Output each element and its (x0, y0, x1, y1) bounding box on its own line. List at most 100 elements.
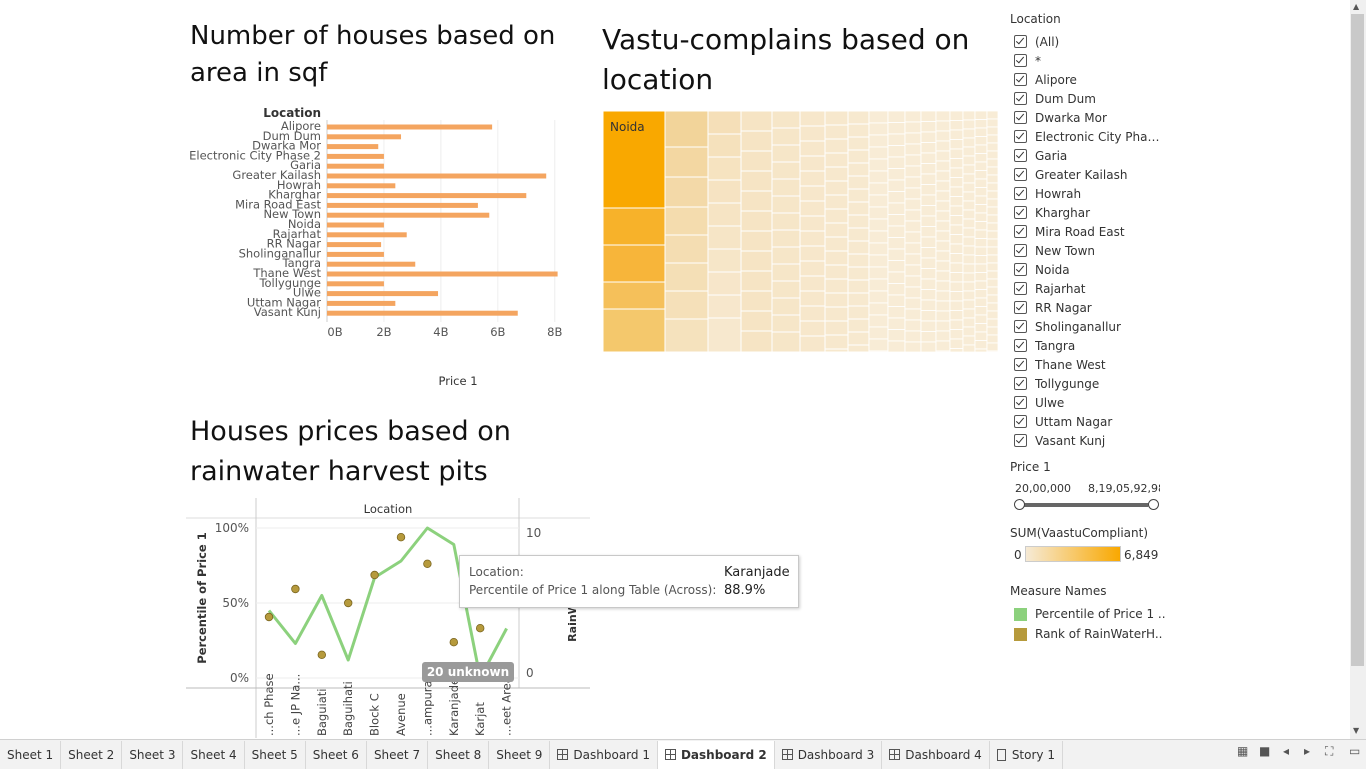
tab-sheet-5[interactable]: Sheet 5 (245, 740, 306, 769)
treemap-cell (920, 320, 937, 332)
checkbox-checked-icon[interactable] (1014, 206, 1027, 219)
checkbox-checked-icon[interactable] (1014, 73, 1027, 86)
tab-dashboard-1[interactable]: Dashboard 1 (550, 740, 658, 769)
checkbox-checked-icon[interactable] (1014, 168, 1027, 181)
checkbox-checked-icon[interactable] (1014, 187, 1027, 200)
location-checkbox-row[interactable]: Vasant Kunj (1010, 431, 1170, 450)
location-checkbox-row[interactable]: Tollygunge (1010, 374, 1170, 393)
location-checkbox-row[interactable]: (All) (1010, 32, 1170, 51)
treemap-cell (771, 297, 801, 316)
tab-dashboard-3[interactable]: Dashboard 3 (775, 740, 883, 769)
location-checkbox-row[interactable]: Kharghar (1010, 203, 1170, 222)
tab-label: Story 1 (1011, 747, 1055, 762)
treemap-cell (986, 294, 998, 304)
treemap-cell (920, 194, 937, 206)
tab-dashboard-4[interactable]: Dashboard 4 (882, 740, 990, 769)
treemap-cell (920, 173, 937, 185)
treemap-cell (603, 308, 666, 352)
price-slider-max-handle[interactable] (1148, 499, 1159, 510)
location-checkbox-row[interactable]: Ulwe (1010, 393, 1170, 412)
treemap-cell (740, 111, 773, 132)
treemap-cell (935, 210, 951, 222)
treemap-cell (986, 302, 998, 312)
price-max: 8,19,05,92,98 (1088, 482, 1160, 495)
treemap-cell (799, 215, 826, 232)
tab-sheet-7[interactable]: Sheet 7 (367, 740, 429, 769)
treemap-cell (664, 234, 709, 264)
tab-sheet-2[interactable]: Sheet 2 (61, 740, 123, 769)
tab-sheet-6[interactable]: Sheet 6 (306, 740, 367, 769)
checkbox-checked-icon[interactable] (1014, 282, 1027, 295)
filmstrip-icon[interactable]: ■ (1259, 744, 1270, 758)
checkbox-checked-icon[interactable] (1014, 358, 1027, 371)
presentation-icon[interactable]: ▭ (1349, 744, 1360, 758)
checkbox-checked-icon[interactable] (1014, 149, 1027, 162)
location-checkbox-row[interactable]: Electronic City Phas... (1010, 127, 1170, 146)
checkbox-checked-icon[interactable] (1014, 434, 1027, 447)
location-checkbox-row[interactable]: Tangra (1010, 336, 1170, 355)
treemap-cell (847, 188, 870, 203)
checkbox-checked-icon[interactable] (1014, 263, 1027, 276)
location-checkbox-row[interactable]: Noida (1010, 260, 1170, 279)
tab-sheet-9[interactable]: Sheet 9 (489, 740, 551, 769)
checkbox-checked-icon[interactable] (1014, 415, 1027, 428)
treemap-cell (887, 133, 906, 146)
location-checkbox-row[interactable]: New Town (1010, 241, 1170, 260)
tab-dashboard-2[interactable]: Dashboard 2 (657, 740, 775, 769)
treemap-cell (847, 214, 870, 229)
tab-story-1[interactable]: Story 1 (990, 740, 1063, 769)
location-checkbox-row[interactable]: Garia (1010, 146, 1170, 165)
price-range-slider[interactable]: 20,00,000 8,19,05,92,98 (1010, 480, 1170, 520)
treemap-cell (974, 246, 988, 256)
checkbox-checked-icon[interactable] (1014, 377, 1027, 390)
checkbox-checked-icon[interactable] (1014, 244, 1027, 257)
checkbox-checked-icon[interactable] (1014, 130, 1027, 143)
checkbox-checked-icon[interactable] (1014, 35, 1027, 48)
location-checkbox-row[interactable]: Rajarhat (1010, 279, 1170, 298)
location-checkbox-row[interactable]: Dwarka Mor (1010, 108, 1170, 127)
checkbox-checked-icon[interactable] (1014, 111, 1027, 124)
price-slider-min-handle[interactable] (1014, 499, 1025, 510)
location-checkbox-row[interactable]: Uttam Nagar (1010, 412, 1170, 431)
fullscreen-icon[interactable]: ⛶ (1325, 744, 1333, 759)
checkbox-checked-icon[interactable] (1014, 396, 1027, 409)
treemap-cell (904, 297, 922, 310)
scroll-down-icon[interactable]: ▼ (1353, 726, 1359, 735)
location-checkbox-row[interactable]: Mira Road East (1010, 222, 1170, 241)
checkbox-checked-icon[interactable] (1014, 320, 1027, 333)
x-tick-label: Baguiati (315, 689, 329, 736)
checkbox-checked-icon[interactable] (1014, 225, 1027, 238)
treemap-cell (949, 129, 964, 140)
scroll-up-icon[interactable]: ▲ (1353, 2, 1359, 11)
treemap-cell (824, 208, 849, 224)
tab-sheet-8[interactable]: Sheet 8 (428, 740, 490, 769)
measure-legend-item-rank[interactable]: Rank of RainWaterH.. (1010, 624, 1170, 644)
treemap-cell (986, 286, 998, 296)
prev-sheet-icon[interactable]: ◂ (1283, 744, 1289, 758)
tab-sheet-4[interactable]: Sheet 4 (183, 740, 245, 769)
checkbox-checked-icon[interactable] (1014, 92, 1027, 105)
location-checkbox-row[interactable]: Alipore (1010, 70, 1170, 89)
treemap-chart[interactable]: Noida (603, 111, 998, 352)
location-checkbox-row[interactable]: Dum Dum (1010, 89, 1170, 108)
treemap-cell (962, 209, 976, 220)
location-checkbox-row[interactable]: RR Nagar (1010, 298, 1170, 317)
treemap-cell (935, 111, 951, 122)
checkbox-checked-icon[interactable] (1014, 301, 1027, 314)
location-checkbox-row[interactable]: Greater Kailash (1010, 165, 1170, 184)
location-checkbox-row[interactable]: Sholinganallur (1010, 317, 1170, 336)
location-checkbox-row[interactable]: * (1010, 51, 1170, 70)
tab-sheet-3[interactable]: Sheet 3 (122, 740, 184, 769)
location-checkbox-row[interactable]: Howrah (1010, 184, 1170, 203)
scrollbar-thumb[interactable] (1351, 14, 1364, 666)
grid-view-icon[interactable]: ▦ (1237, 744, 1248, 758)
treemap-cell (824, 306, 849, 322)
checkbox-checked-icon[interactable] (1014, 339, 1027, 352)
tab-sheet-1[interactable]: Sheet 1 (0, 740, 62, 769)
location-checkbox-row[interactable]: Thane West (1010, 355, 1170, 374)
treemap-cell (920, 111, 937, 122)
checkbox-checked-icon[interactable] (1014, 54, 1027, 67)
next-sheet-icon[interactable]: ▸ (1304, 744, 1310, 758)
measure-legend-item-percentile[interactable]: Percentile of Price 1 .. (1010, 604, 1170, 624)
gold-swatch (1014, 627, 1027, 641)
